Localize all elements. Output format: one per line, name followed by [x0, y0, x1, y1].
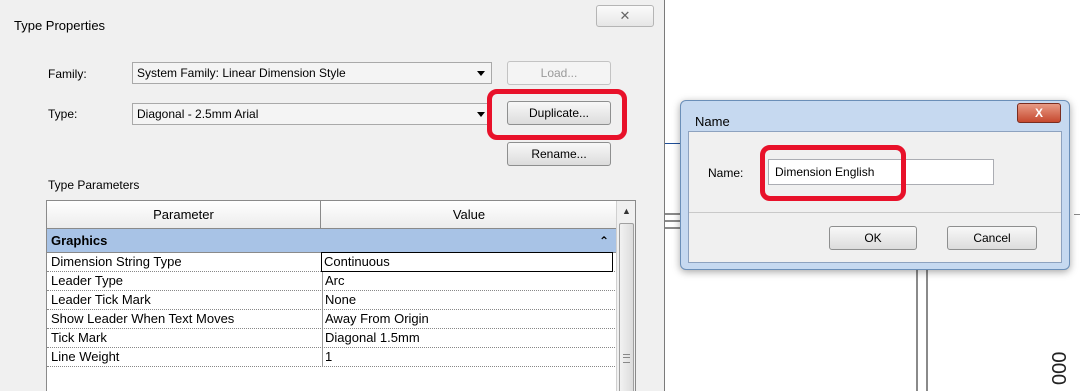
parameter-name: Leader Tick Mark: [51, 292, 151, 307]
parameter-name: Dimension String Type: [51, 254, 182, 269]
dropdown-arrow-icon: [477, 71, 485, 76]
chevrons-up-icon[interactable]: ⌃: [599, 229, 609, 253]
load-button[interactable]: Load...: [507, 61, 611, 85]
group-row-graphics[interactable]: Graphics ⌃: [47, 229, 617, 253]
type-parameters-label: Type Parameters: [48, 178, 140, 192]
drawing-line: [926, 268, 928, 391]
name-input-highlight: [760, 145, 906, 201]
drawing-line: [1074, 214, 1080, 215]
cancel-button[interactable]: Cancel: [947, 226, 1037, 250]
table-row[interactable]: Dimension String Type Continuous: [47, 252, 617, 272]
drawing-line: [916, 268, 918, 391]
parameter-value[interactable]: None: [322, 291, 613, 309]
duplicate-highlight: [487, 89, 627, 140]
dimension-text: 000: [1049, 351, 1071, 385]
table-row[interactable]: Line Weight 1: [47, 348, 617, 367]
parameter-value[interactable]: Arc: [322, 272, 613, 290]
family-label: Family:: [48, 67, 87, 81]
divider: [689, 212, 1061, 213]
type-select-value: Diagonal - 2.5mm Arial: [137, 107, 259, 121]
family-select-value: System Family: Linear Dimension Style: [137, 66, 346, 80]
grid-header: Parameter Value: [47, 201, 617, 229]
parameter-value[interactable]: Diagonal 1.5mm: [322, 329, 613, 347]
table-row[interactable]: Leader Tick Mark None: [47, 291, 617, 310]
dropdown-arrow-icon: [477, 112, 485, 117]
ok-button[interactable]: OK: [829, 226, 917, 250]
parameters-grid: Parameter Value Graphics ⌃ Dimension Str…: [46, 200, 636, 391]
grid-body: Graphics ⌃ Dimension String Type Continu…: [47, 229, 617, 367]
rename-button[interactable]: Rename...: [507, 142, 611, 166]
column-header-value[interactable]: Value: [321, 201, 617, 228]
dialog-title: Type Properties: [14, 18, 106, 33]
type-label: Type:: [48, 107, 78, 121]
parameter-value[interactable]: Away From Origin: [322, 310, 613, 328]
table-row[interactable]: Tick Mark Diagonal 1.5mm: [47, 329, 617, 348]
parameter-name: Leader Type: [51, 273, 124, 288]
grip-icon: [623, 354, 630, 363]
parameter-value[interactable]: 1: [322, 348, 613, 366]
family-select[interactable]: System Family: Linear Dimension Style: [132, 62, 492, 84]
dialog-title: Name: [695, 114, 730, 129]
group-name: Graphics: [51, 233, 108, 248]
table-row[interactable]: Show Leader When Text Moves Away From Or…: [47, 310, 617, 329]
table-row[interactable]: Leader Type Arc: [47, 272, 617, 291]
close-icon: ✕: [619, 8, 631, 23]
close-icon: X: [1034, 106, 1043, 120]
parameter-value-input[interactable]: Continuous: [321, 252, 613, 272]
close-button[interactable]: X: [1017, 103, 1061, 123]
close-button[interactable]: ✕: [596, 5, 654, 27]
parameter-name: Show Leader When Text Moves: [51, 311, 235, 326]
name-label: Name:: [708, 166, 744, 180]
column-header-parameter[interactable]: Parameter: [47, 201, 321, 228]
parameter-name: Tick Mark: [51, 330, 107, 345]
type-properties-dialog: Type Properties ✕ Family: System Family:…: [0, 0, 665, 391]
parameter-name: Line Weight: [51, 349, 120, 364]
vertical-scrollbar[interactable]: ▲: [616, 201, 635, 391]
scroll-up-arrow-icon[interactable]: ▲: [617, 201, 635, 221]
scroll-thumb[interactable]: [619, 223, 634, 391]
type-select[interactable]: Diagonal - 2.5mm Arial: [132, 103, 492, 125]
